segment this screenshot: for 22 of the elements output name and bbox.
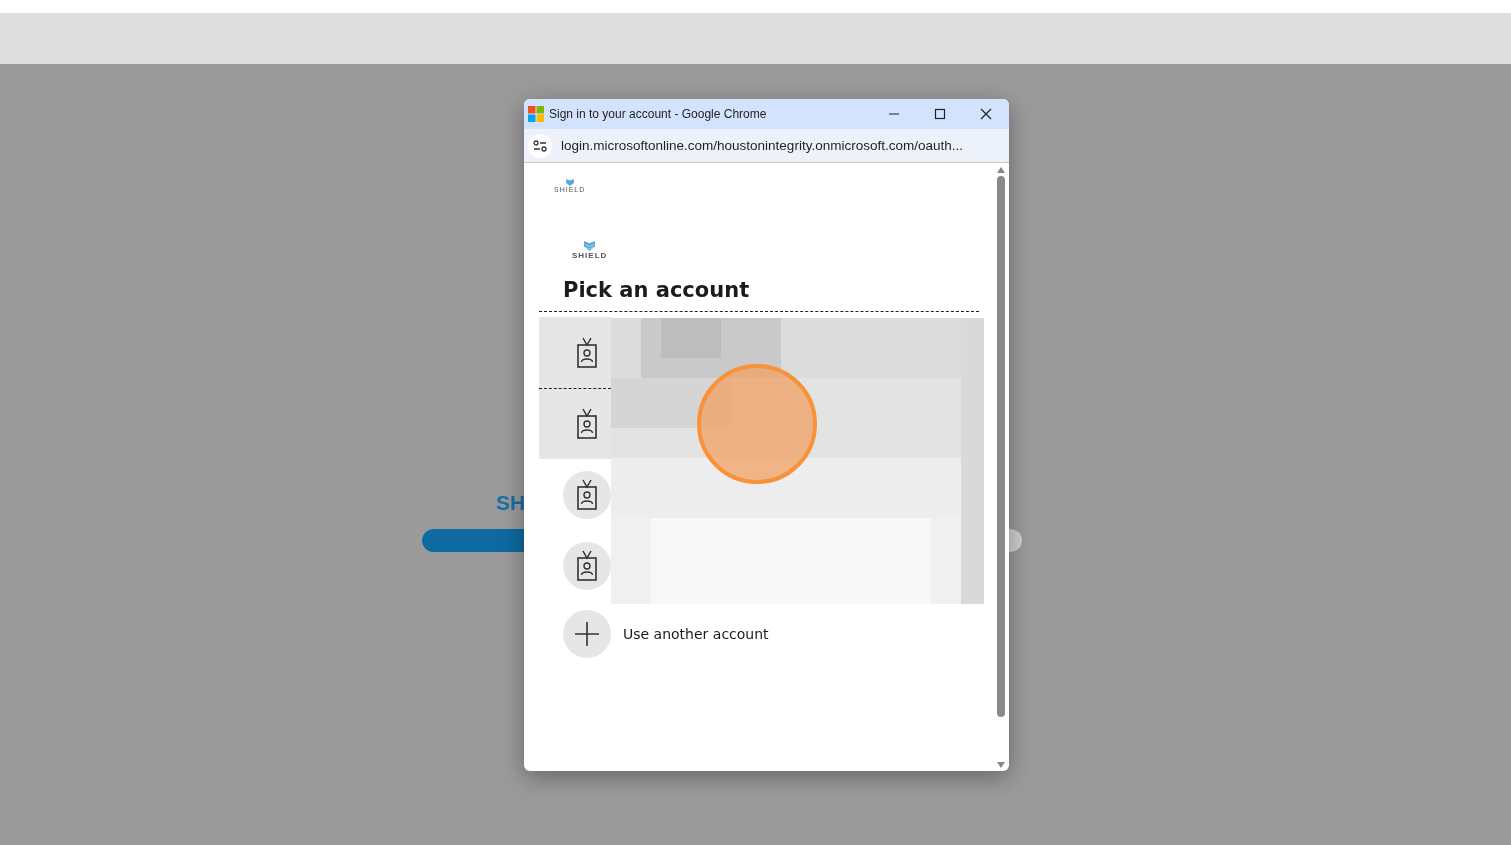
account-item[interactable]	[539, 388, 611, 459]
use-another-account-option[interactable]: Use another account	[539, 609, 996, 659]
scroll-down-icon[interactable]	[997, 762, 1005, 768]
badge-icon	[576, 478, 598, 511]
site-settings-button[interactable]	[528, 133, 552, 158]
maximize-icon[interactable]	[934, 108, 946, 120]
scroll-up-icon[interactable]	[997, 167, 1005, 173]
logo-text: SHIELD	[572, 251, 608, 260]
dialog-heading: Pick an account	[563, 278, 751, 302]
url-text: login.microsoftonline.com/houstonintegrity.onmicrosoft.com/oauth...	[561, 138, 963, 153]
tune-icon	[533, 139, 547, 152]
badge-icon	[576, 336, 598, 369]
plus-icon	[574, 621, 600, 647]
close-icon[interactable]	[980, 108, 992, 120]
badge-icon	[576, 549, 598, 582]
shield-logo-icon	[584, 241, 596, 251]
page-heading: SH	[496, 491, 526, 515]
window-title: Sign in to your account - Google Chrome	[549, 107, 767, 121]
badge-icon	[576, 408, 598, 440]
account-item[interactable]	[539, 317, 611, 388]
windows-logo-icon	[528, 106, 544, 122]
shield-logo-icon	[565, 179, 574, 186]
